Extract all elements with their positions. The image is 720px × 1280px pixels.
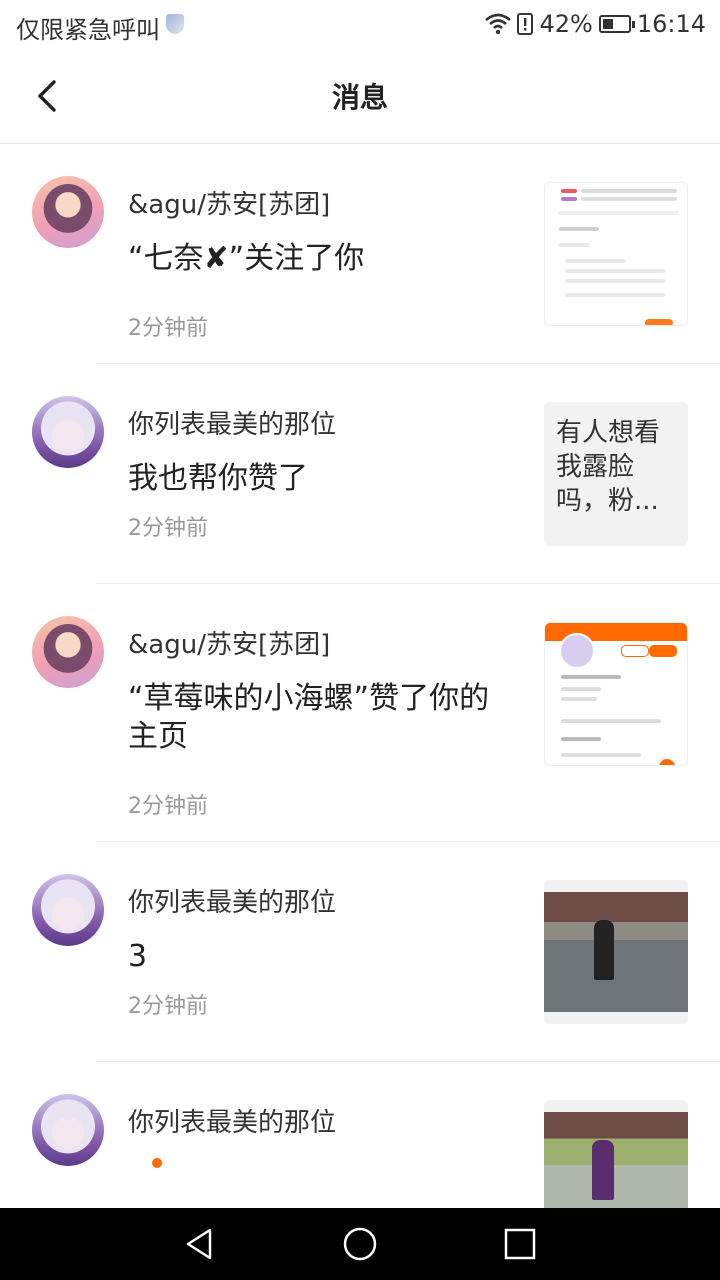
mini-avatar — [559, 633, 595, 669]
status-right: 42% 16:14 — [485, 10, 706, 38]
avatar[interactable] — [32, 1094, 104, 1166]
battery-icon — [598, 15, 635, 33]
header: 消息 — [0, 50, 720, 144]
list-item[interactable]: &agu/苏安[苏团] “七奈✘”关注了你 2分钟前 — [0, 144, 720, 364]
message-time: 2分钟前 — [128, 316, 208, 341]
thumbnail-game[interactable] — [544, 1100, 688, 1208]
sender-name[interactable]: &agu/苏安[苏团] — [128, 624, 330, 661]
avatar[interactable] — [32, 616, 104, 688]
mini-follow — [621, 645, 649, 657]
system-nav-bar — [0, 1208, 720, 1280]
thumbnail-profile[interactable] — [544, 622, 688, 766]
thumbnail-text[interactable]: 有人想看我露脸吗，粉... — [544, 402, 688, 546]
unread-dot — [152, 1158, 162, 1168]
recents-square-icon[interactable] — [502, 1226, 538, 1262]
message-time: 2分钟前 — [128, 516, 208, 541]
thumbnail-screenshot[interactable] — [544, 182, 688, 326]
home-circle-icon[interactable] — [342, 1226, 378, 1262]
list-item[interactable]: 你列表最美的那位 我也帮你赞了 2分钟前 有人想看我露脸吗，粉... — [0, 364, 720, 584]
clock: 16:14 — [636, 10, 706, 38]
mini-button — [645, 319, 673, 325]
message-text: 我也帮你赞了 — [128, 461, 308, 496]
sender-name[interactable]: 你列表最美的那位 — [128, 404, 336, 441]
avatar[interactable] — [32, 874, 104, 946]
message-list[interactable]: &agu/苏安[苏团] “七奈✘”关注了你 2分钟前 你列表最美的那位 我也帮你… — [0, 144, 720, 1208]
status-bar: 仅限紧急呼叫 42% 16:14 — [0, 0, 720, 50]
sender-name[interactable]: 你列表最美的那位 — [128, 882, 336, 919]
mini-button — [649, 645, 677, 657]
sender-name[interactable]: &agu/苏安[苏团] — [128, 184, 330, 221]
game-scene — [544, 1112, 688, 1208]
mini-fab — [659, 759, 675, 765]
message-time: 2分钟前 — [128, 794, 208, 819]
list-item[interactable]: &agu/苏安[苏团] “草莓味的小海螺”赞了你的主页 2分钟前 — [0, 584, 720, 842]
carrier-text: 仅限紧急呼叫 — [16, 16, 160, 44]
alert-sim-icon — [517, 13, 534, 35]
shield-icon — [166, 14, 184, 34]
page-title: 消息 — [331, 81, 388, 114]
list-item[interactable]: 你列表最美的那位 — [0, 1062, 720, 1208]
message-text: “草莓味的小海螺”赞了你的主页 — [128, 681, 490, 754]
avatar[interactable] — [32, 396, 104, 468]
avatar[interactable] — [32, 176, 104, 248]
thumbnail-game[interactable] — [544, 880, 688, 1024]
game-character — [592, 1140, 614, 1200]
battery-fill — [602, 19, 613, 29]
back-triangle-icon[interactable] — [182, 1226, 218, 1262]
game-scene — [544, 892, 688, 1012]
sender-name[interactable]: 你列表最美的那位 — [128, 1102, 336, 1139]
message-text: “七奈✘”关注了你 — [128, 241, 365, 276]
message-time: 2分钟前 — [128, 994, 208, 1019]
battery-percent: 42% — [539, 10, 593, 38]
message-text: 3 — [128, 939, 148, 974]
list-item[interactable]: 你列表最美的那位 3 2分钟前 — [0, 842, 720, 1062]
wifi-icon — [485, 13, 512, 35]
game-character — [594, 920, 614, 980]
